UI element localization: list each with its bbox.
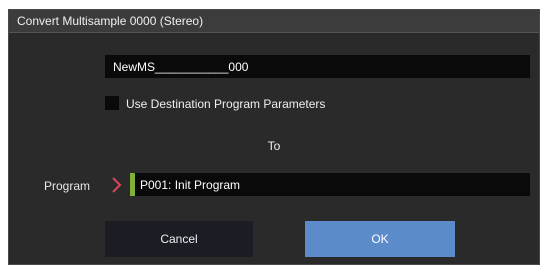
chevron-right-icon[interactable] (111, 177, 123, 193)
use-destination-program-parameters-label: Use Destination Program Parameters (126, 97, 326, 111)
dialog-titlebar: Convert Multisample 0000 (Stereo) (9, 10, 539, 33)
ok-button[interactable]: OK (305, 221, 455, 257)
convert-multisample-dialog: Convert Multisample 0000 (Stereo) NewMS_… (8, 9, 540, 265)
dialog-title: Convert Multisample 0000 (Stereo) (17, 14, 204, 28)
to-label: To (267, 139, 281, 153)
program-accent-bar (130, 173, 135, 196)
use-destination-program-parameters-checkbox[interactable] (105, 96, 119, 110)
cancel-button[interactable]: Cancel (105, 221, 253, 257)
multisample-name-field[interactable]: NewMS___________000 (105, 55, 530, 78)
program-value: P001: Init Program (140, 178, 241, 192)
program-label: Program (44, 179, 91, 193)
program-select-field[interactable]: P001: Init Program (130, 173, 530, 196)
